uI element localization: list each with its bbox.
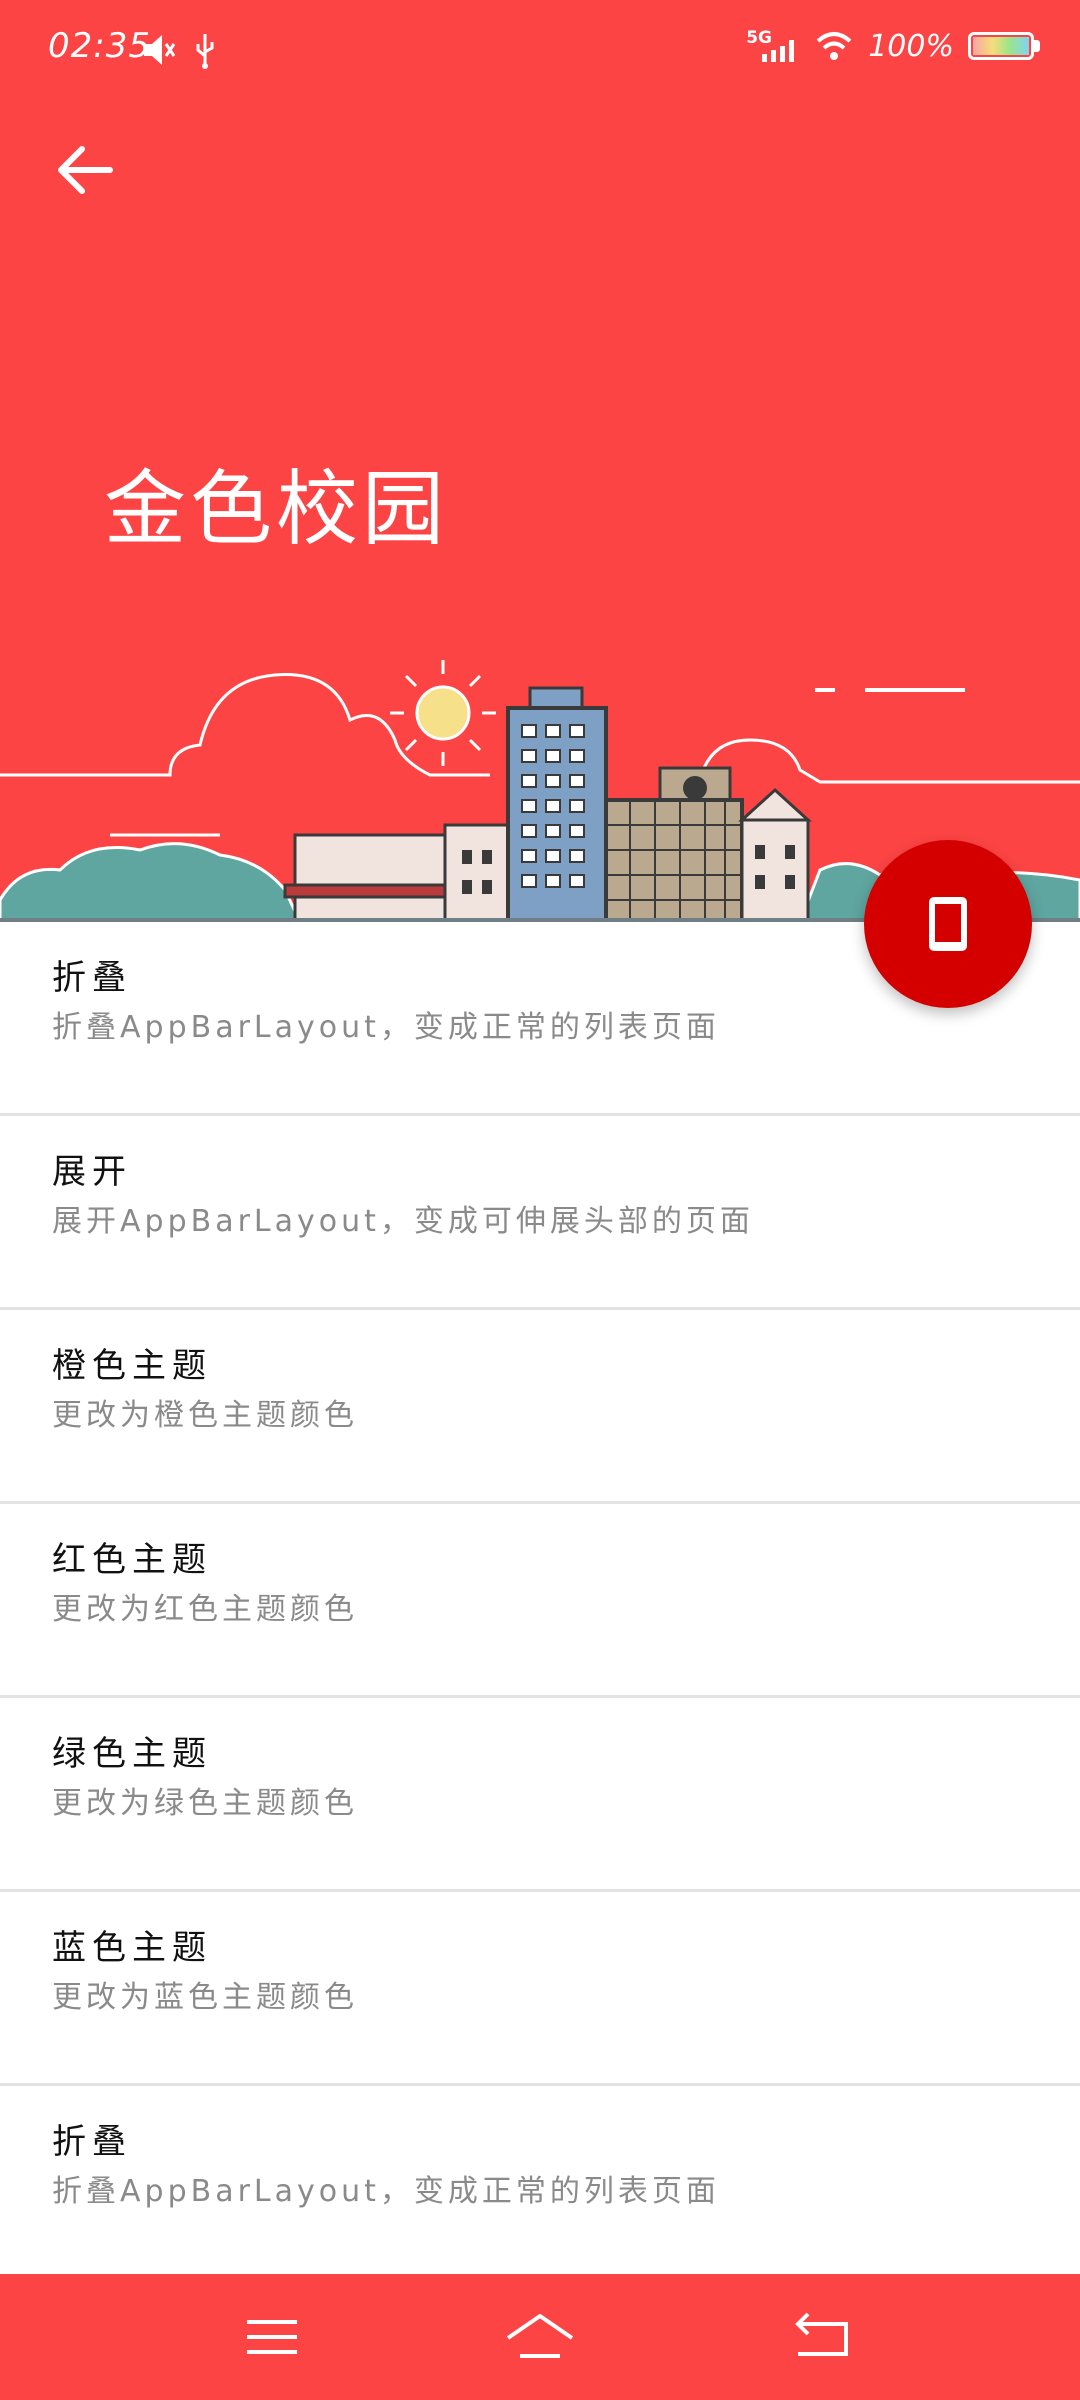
- list-item-title: 红色主题: [52, 1540, 212, 1580]
- home-icon: [506, 2314, 574, 2358]
- usb-icon: [196, 34, 214, 69]
- battery-icon: [968, 32, 1040, 60]
- list-item-title: 蓝色主题: [52, 1928, 212, 1968]
- list-item-orange-theme[interactable]: 橙色主题 更改为橙色主题颜色: [0, 1310, 1080, 1504]
- list-item-desc: 展开AppBarLayout，变成可伸展头部的页面: [52, 1204, 754, 1239]
- list-item-title: 绿色主题: [52, 1734, 212, 1774]
- arrow-left-icon: [58, 146, 113, 194]
- list-item-collapse[interactable]: 折叠 折叠AppBarLayout，变成正常的列表页面: [0, 2086, 1080, 2274]
- nav-menu-button[interactable]: [232, 2304, 312, 2370]
- signal-icon: 5G: [746, 28, 800, 64]
- nav-home-button[interactable]: [500, 2304, 580, 2370]
- list-item-blue-theme[interactable]: 蓝色主题 更改为蓝色主题颜色: [0, 1892, 1080, 2086]
- list-item-desc: 更改为绿色主题颜色: [52, 1786, 358, 1821]
- list-item-title: 橙色主题: [52, 1346, 212, 1386]
- battery-percent: 100%: [868, 28, 954, 64]
- list-item-desc: 更改为蓝色主题颜色: [52, 1980, 358, 2015]
- back-button[interactable]: [50, 135, 120, 205]
- list-item-desc: 折叠AppBarLayout，变成正常的列表页面: [52, 2174, 720, 2209]
- menu-icon: [247, 2320, 297, 2354]
- list-item-title: 展开: [52, 1152, 132, 1192]
- system-nav-bar: [0, 2274, 1080, 2400]
- wifi-icon: [816, 32, 852, 60]
- status-time: 02:35: [48, 26, 151, 66]
- list-item-title: 折叠: [52, 958, 132, 998]
- list-item-desc: 更改为红色主题颜色: [52, 1592, 358, 1627]
- nav-back-button[interactable]: [784, 2304, 864, 2370]
- options-list: 折叠 折叠AppBarLayout，变成正常的列表页面 展开 展开AppBarL…: [0, 922, 1080, 2274]
- back-icon: [795, 2312, 848, 2356]
- status-bar: 02:35 5G 100%: [0, 0, 1080, 100]
- list-item-desc: 折叠AppBarLayout，变成正常的列表页面: [52, 1010, 720, 1045]
- phone-icon: [929, 897, 967, 951]
- mute-icon: [144, 35, 176, 65]
- list-item-desc: 更改为橙色主题颜色: [52, 1398, 358, 1433]
- list-item-title: 折叠: [52, 2122, 132, 2162]
- fab-button[interactable]: [864, 840, 1032, 1008]
- list-item-expand[interactable]: 展开 展开AppBarLayout，变成可伸展头部的页面: [0, 1116, 1080, 1310]
- app-bar: 02:35 5G 100% 金色校园: [0, 0, 1080, 922]
- list-item-green-theme[interactable]: 绿色主题 更改为绿色主题颜色: [0, 1698, 1080, 1892]
- list-item-red-theme[interactable]: 红色主题 更改为红色主题颜色: [0, 1504, 1080, 1698]
- page-title: 金色校园: [104, 462, 449, 557]
